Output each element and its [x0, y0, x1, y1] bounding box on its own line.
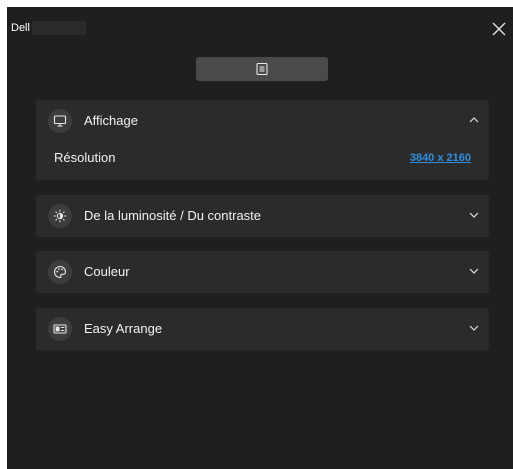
chevron-down-icon[interactable] [467, 264, 481, 278]
section-icon-wrap [48, 317, 72, 341]
section-label: De la luminosité / Du contraste [84, 208, 262, 223]
section-couleur: Couleur [36, 251, 489, 293]
resolution-label: Résolution [54, 150, 116, 165]
section-brightness-contrast: De la luminosité / Du contraste [36, 195, 489, 237]
model-name [31, 21, 86, 35]
section-icon-wrap [48, 109, 72, 133]
app-title-text: Dell [11, 22, 30, 34]
app-title: Dell [11, 21, 86, 35]
chevron-up-icon[interactable] [467, 113, 481, 127]
brightness-icon [53, 209, 67, 223]
section-easy-arrange-header[interactable]: Easy Arrange [36, 308, 489, 350]
resolution-row: Résolution 3840 x 2160 [36, 142, 489, 180]
menu-button[interactable] [196, 57, 328, 81]
section-label: Couleur [84, 264, 130, 279]
app-window: Dell Affichage Résolution 3840 x 2160 De… [7, 7, 513, 469]
close-icon [492, 22, 506, 36]
section-label: Affichage [84, 113, 138, 128]
resolution-value-link[interactable]: 3840 x 2160 [410, 152, 471, 164]
section-label: Easy Arrange [84, 321, 163, 336]
easy-arrange-icon [53, 324, 67, 334]
section-brightness-header[interactable]: De la luminosité / Du contraste [36, 195, 489, 237]
section-couleur-header[interactable]: Couleur [36, 251, 489, 293]
palette-icon [54, 265, 67, 279]
section-icon-wrap [48, 204, 72, 228]
menu-list-icon [256, 62, 268, 76]
title-bar: Dell [7, 7, 513, 47]
monitor-icon [53, 115, 67, 127]
section-affichage-header[interactable]: Affichage [36, 100, 489, 142]
chevron-down-icon[interactable] [467, 208, 481, 222]
section-affichage: Affichage Résolution 3840 x 2160 [36, 100, 489, 180]
section-easy-arrange: Easy Arrange [36, 308, 489, 350]
close-button[interactable] [489, 19, 509, 39]
chevron-down-icon[interactable] [467, 321, 481, 335]
section-icon-wrap [48, 260, 72, 284]
